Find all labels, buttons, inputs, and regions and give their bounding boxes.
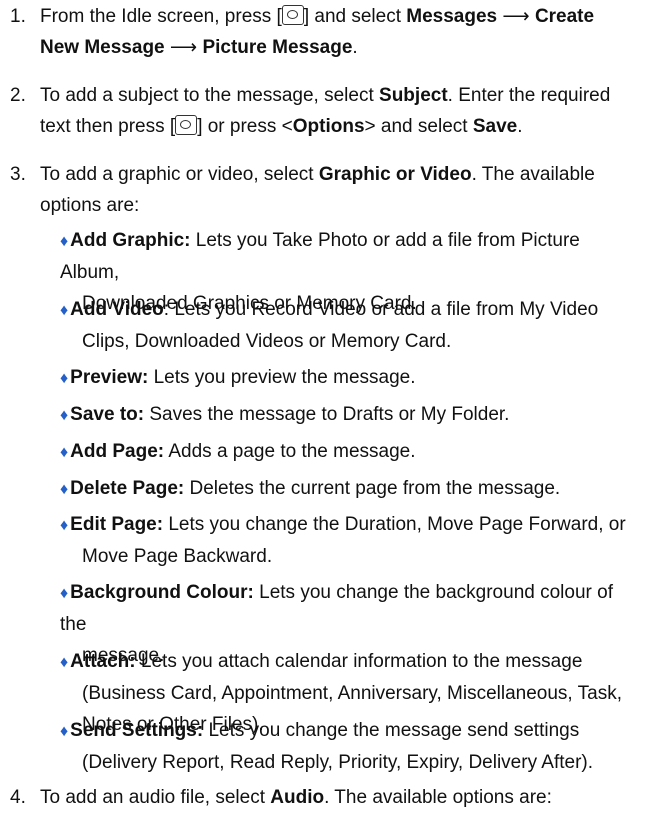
option-description: Saves the message to Drafts or My Folder…: [144, 404, 510, 425]
option-description: Lets you attach calendar information to …: [135, 651, 583, 672]
bullet-diamond-icon: ♦: [60, 517, 69, 534]
option-save-to: ♦ Save to: Saves the message to Drafts or…: [60, 399, 640, 431]
step-number: 3.: [10, 164, 26, 185]
manual-page: 1. From the Idle screen, press [ ] and se…: [0, 0, 654, 815]
arrow-icon: ⟶: [502, 6, 530, 27]
bullet-diamond-icon: ♦: [60, 407, 69, 424]
step-text: text then press [: [40, 116, 176, 137]
step-text: ] and select: [303, 6, 407, 27]
term-options: Options: [292, 116, 365, 137]
step-text: From the Idle screen, press [: [40, 6, 282, 27]
menu-path-create: Create: [534, 6, 595, 27]
option-term: Add Graphic:: [70, 230, 191, 251]
ok-key-icon: [175, 115, 198, 135]
step-number: 4.: [10, 787, 26, 808]
term-save: Save: [472, 116, 518, 137]
bullet-diamond-icon: ♦: [60, 481, 69, 498]
step-text: .: [352, 37, 358, 58]
bullet-diamond-icon: ♦: [60, 723, 69, 740]
option-description: Lets you change the message send setting…: [203, 720, 580, 741]
step-text: . Enter the required: [447, 85, 611, 106]
option-term: Send Settings:: [70, 720, 204, 741]
option-add-page: ♦ Add Page: Adds a page to the message.: [60, 436, 640, 468]
option-description: Clips, Downloaded Videos or Memory Card.: [82, 331, 452, 352]
bullet-diamond-icon: ♦: [60, 370, 69, 387]
option-description: Lets you preview the message.: [148, 367, 416, 388]
option-term: Attach:: [70, 651, 136, 672]
option-add-video: ♦ Add Video: Lets you Record Video or add…: [60, 294, 640, 357]
option-term: Background Colour:: [70, 582, 254, 603]
arrow-icon: ⟶: [169, 37, 198, 58]
step-text: .: [517, 116, 523, 137]
menu-path-picture-message: Picture Message: [202, 37, 353, 58]
ok-key-icon: [281, 5, 304, 25]
step-number: 1.: [10, 6, 26, 27]
bullet-diamond-icon: ♦: [60, 654, 69, 671]
option-description: Adds a page to the message.: [164, 441, 416, 462]
bullet-diamond-icon: ♦: [60, 302, 69, 319]
step-text: . The available: [471, 164, 595, 185]
step-text: . The available options are:: [324, 787, 552, 808]
step-text: options are:: [40, 195, 140, 216]
step-text: > and select: [364, 116, 473, 137]
option-send-settings: ♦ Send Settings: Lets you change the mess…: [60, 715, 640, 778]
step-text: To add an audio file, select: [40, 787, 271, 808]
option-description: Lets you change the Duration, Move Page …: [163, 514, 626, 535]
option-description: Move Page Backward.: [82, 546, 273, 567]
option-description: (Business Card, Appointment, Anniversary…: [82, 683, 622, 704]
bullet-diamond-icon: ♦: [60, 585, 69, 602]
step-text: To add a subject to the message, select: [40, 85, 380, 106]
menu-path-new-message: New Message: [40, 37, 165, 58]
step-number: 2.: [10, 85, 26, 106]
option-description: Deletes the current page from the messag…: [184, 478, 561, 499]
option-description: (Delivery Report, Read Reply, Priority, …: [82, 752, 594, 773]
option-term: Edit Page:: [70, 514, 164, 535]
option-delete-page: ♦ Delete Page: Deletes the current page f…: [60, 473, 640, 505]
option-term: Add Page:: [70, 441, 165, 462]
term-graphic-or-video: Graphic or Video: [318, 164, 472, 185]
term-subject: Subject: [379, 85, 448, 106]
menu-path-messages: Messages: [406, 6, 498, 27]
bullet-diamond-icon: ♦: [60, 444, 69, 461]
step-text: ] or press <: [197, 116, 293, 137]
step-text: To add a graphic or video, select: [40, 164, 319, 185]
term-audio: Audio: [270, 787, 325, 808]
option-term: Save to:: [70, 404, 145, 425]
option-edit-page: ♦ Edit Page: Lets you change the Duration…: [60, 509, 640, 572]
option-term: Add Video: [70, 299, 164, 320]
option-term: Delete Page:: [70, 478, 185, 499]
bullet-diamond-icon: ♦: [60, 233, 69, 250]
option-term: Preview:: [70, 367, 149, 388]
option-description: : Lets you Record Video or add a file fr…: [163, 299, 599, 320]
option-preview: ♦ Preview: Lets you preview the message.: [60, 362, 640, 394]
